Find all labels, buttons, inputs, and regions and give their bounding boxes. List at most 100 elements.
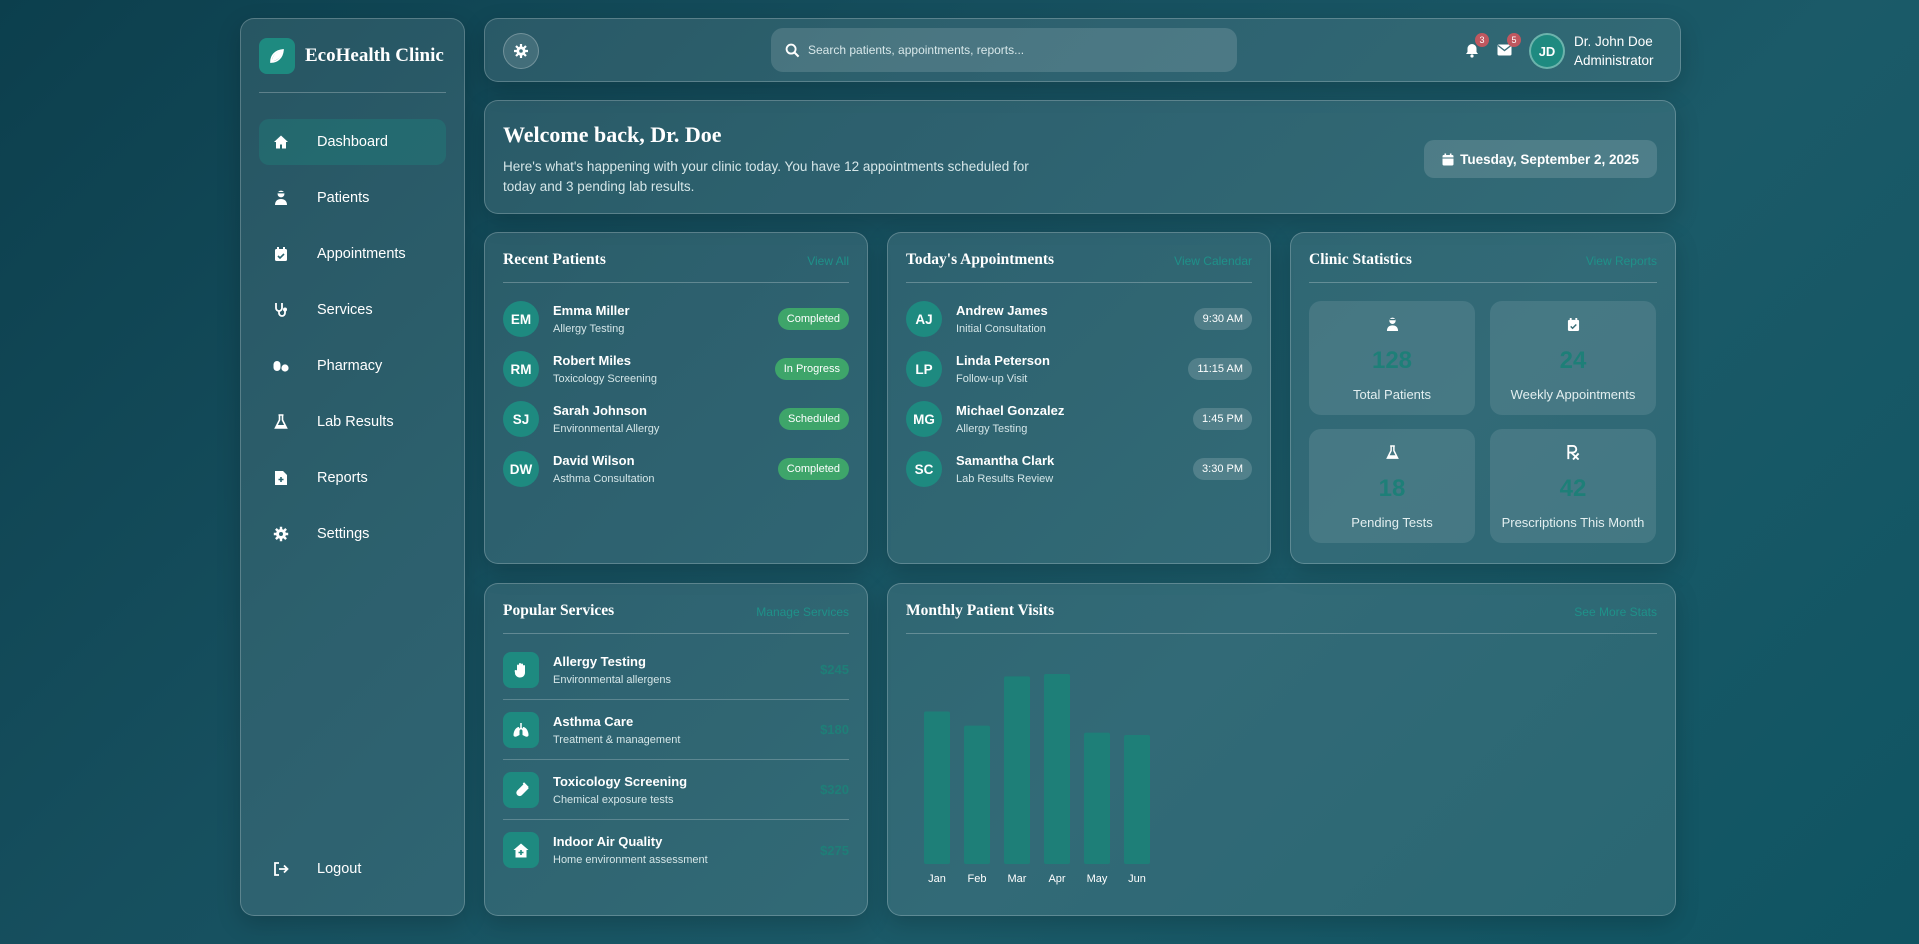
recent-patients-card: Recent Patients View All EM Emma Miller A…	[484, 232, 868, 564]
welcome-message: Here's what's happening with your clinic…	[503, 159, 1029, 194]
patient-name: Robert Miles	[553, 353, 632, 368]
calendar-check-icon	[1490, 317, 1656, 332]
service-row[interactable]: Indoor Air Quality Home environment asses…	[503, 820, 849, 880]
appointment-time: 1:45 PM	[1193, 408, 1252, 430]
view-all-link[interactable]: View All	[807, 251, 849, 268]
service-row[interactable]: Asthma Care Treatment & management $180	[503, 700, 849, 760]
service-price: $275	[820, 842, 849, 858]
view-reports-link[interactable]: View Reports	[1586, 251, 1657, 268]
bar-jan[interactable]	[924, 711, 950, 864]
stat-tile-total-patients: 128 Total Patients	[1309, 301, 1475, 415]
sidebar-item-reports[interactable]: Reports	[259, 455, 446, 501]
date-chip: Tuesday, September 2, 2025	[1424, 140, 1657, 178]
logout-label: Logout	[317, 861, 362, 877]
top-bar: 3 5 JD Dr. John Doe Administrator	[484, 18, 1681, 82]
notifications-badge: 3	[1475, 33, 1489, 47]
lungs-icon	[503, 711, 539, 748]
calendar-icon	[1442, 153, 1454, 166]
card-title: Popular Services	[503, 602, 615, 619]
x-tick-label: Apr	[1048, 873, 1065, 885]
patient-avatar: AJ	[906, 301, 942, 337]
patient-avatar: MG	[906, 401, 942, 437]
bar-apr[interactable]	[1044, 674, 1070, 864]
notifications-button[interactable]: 3	[1461, 33, 1489, 61]
appointment-row[interactable]: AJ Andrew James Initial Consultation 9:30…	[906, 299, 1252, 339]
bar-jun[interactable]	[1124, 734, 1150, 864]
stethoscope-icon	[273, 302, 289, 318]
appointment-row[interactable]: SC Samantha Clark Lab Results Review 3:30…	[906, 449, 1252, 489]
stat-tile-prescriptions: 42 Prescriptions This Month	[1490, 429, 1656, 543]
appointment-row[interactable]: LP Linda Peterson Follow-up Visit 11:15 A…	[906, 349, 1252, 389]
service-price: $245	[820, 662, 849, 677]
manage-services-link[interactable]: Manage Services	[756, 602, 849, 619]
appointment-row[interactable]: MG Michael Gonzalez Allergy Testing 1:45 …	[906, 399, 1252, 439]
appointment-time: 3:30 PM	[1193, 458, 1252, 480]
user-info[interactable]: Dr. John Doe Administrator	[1574, 32, 1654, 70]
patient-name: Samantha Clark	[956, 453, 1055, 468]
service-detail: Home environment assessment	[553, 854, 708, 866]
search-input[interactable]	[808, 43, 1208, 57]
service-row[interactable]: Toxicology Screening Chemical exposure te…	[503, 760, 849, 820]
leaf-icon	[259, 37, 295, 74]
flask-icon	[273, 414, 289, 430]
service-row[interactable]: Allergy Testing Environmental allergens $…	[503, 640, 849, 700]
bar-mar[interactable]	[1004, 676, 1030, 864]
card-header: Popular Services Manage Services	[503, 602, 849, 634]
file-medical-icon	[273, 470, 289, 486]
status-badge: Completed	[777, 308, 849, 330]
card-title: Recent Patients	[503, 251, 606, 268]
card-title: Today's Appointments	[906, 251, 1055, 268]
sidebar-item-pharmacy[interactable]: Pharmacy	[259, 343, 446, 389]
bar-feb[interactable]	[964, 725, 990, 864]
patient-row[interactable]: EM Emma Miller Allergy Testing Completed	[503, 299, 849, 339]
sidebar-item-appointments[interactable]: Appointments	[259, 231, 446, 277]
sidebar-item-patients[interactable]: Patients	[259, 175, 446, 221]
flask-icon	[1309, 445, 1475, 460]
welcome-title: Welcome back, Dr. Doe	[503, 122, 722, 147]
patient-row[interactable]: RM Robert Miles Toxicology Screening In P…	[503, 349, 849, 389]
theme-toggle-button[interactable]	[503, 33, 539, 69]
home-icon	[273, 134, 289, 150]
avatar[interactable]: JD	[1529, 33, 1565, 69]
service-price: $320	[820, 782, 849, 797]
patient-name: David Wilson	[553, 453, 635, 468]
bar-may[interactable]	[1084, 732, 1110, 864]
sidebar-item-lab-results[interactable]: Lab Results	[259, 399, 446, 445]
stat-label: Total Patients	[1352, 387, 1432, 402]
service-name: Indoor Air Quality	[553, 834, 663, 849]
brand: EcoHealth Clinic	[259, 37, 446, 93]
appointments-card: Today's Appointments View Calendar AJ An…	[887, 232, 1271, 564]
patient-detail: Allergy Testing	[553, 323, 625, 335]
stat-label: Pending Tests	[1351, 515, 1433, 530]
sidebar-item-settings[interactable]: Settings	[259, 511, 446, 557]
patient-row[interactable]: DW David Wilson Asthma Consultation Compl…	[503, 449, 849, 489]
x-tick-label: May	[1087, 873, 1108, 885]
patient-detail: Environmental Allergy	[553, 423, 660, 435]
status-badge: Scheduled	[779, 408, 849, 430]
sidebar-item-dashboard[interactable]: Dashboard	[259, 119, 446, 165]
sidebar-item-services[interactable]: Services	[259, 287, 446, 333]
stat-label: Weekly Appointments	[1510, 387, 1636, 402]
cog-icon	[273, 526, 289, 542]
stat-value: 42	[1559, 475, 1587, 502]
x-tick-label: Jun	[1128, 873, 1146, 885]
patient-name: Andrew James	[956, 303, 1048, 318]
view-calendar-link[interactable]: View Calendar	[1174, 251, 1252, 268]
monthly-visits-card: Monthly Patient Visits See More Stats Ja…	[887, 583, 1676, 916]
x-tick-label: Jan	[928, 873, 946, 885]
see-more-stats-link[interactable]: See More Stats	[1574, 602, 1657, 619]
sidebar-item-label: Services	[317, 302, 373, 318]
stat-value: 24	[1559, 347, 1587, 374]
stat-tile-weekly-appointments: 24 Weekly Appointments	[1490, 301, 1656, 415]
logout-button[interactable]: Logout	[259, 851, 446, 887]
sidebar-nav: Dashboard Patients Appointments Services…	[259, 119, 446, 567]
patient-name: Michael Gonzalez	[956, 403, 1065, 418]
visits-chart: Jan Feb Mar Apr May Jun	[906, 654, 1658, 888]
appointment-type: Follow-up Visit	[956, 373, 1028, 385]
patient-row[interactable]: SJ Sarah Johnson Environmental Allergy Sc…	[503, 399, 849, 439]
user-injured-icon	[1309, 317, 1475, 332]
patient-avatar: LP	[906, 351, 942, 387]
messages-button[interactable]: 5	[1493, 33, 1521, 61]
sidebar-item-label: Pharmacy	[317, 358, 383, 374]
sidebar-item-label: Dashboard	[317, 134, 388, 150]
